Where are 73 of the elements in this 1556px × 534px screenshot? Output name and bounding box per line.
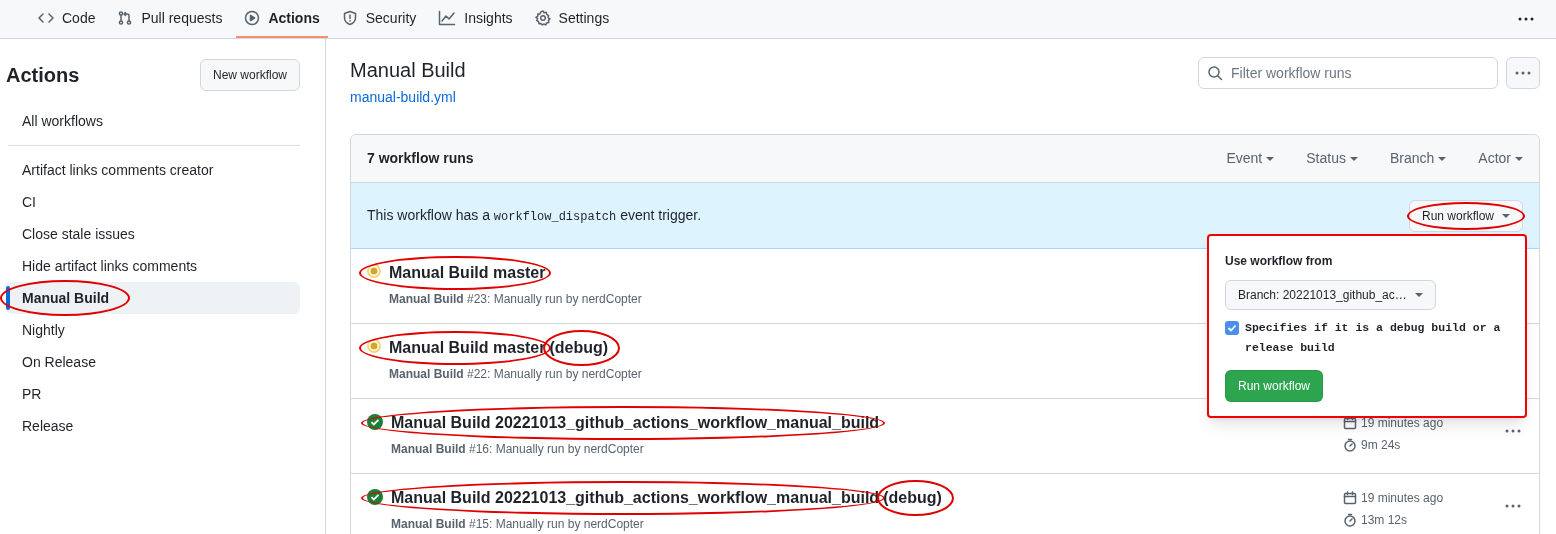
workflow-file-link[interactable]: manual-build.yml [350, 87, 466, 108]
trigger-notice: This workflow has a workflow_dispatch event trigger. [367, 206, 702, 226]
filter-dropdown[interactable]: Event [1226, 148, 1275, 169]
sidebar-item[interactable]: Hide artifact links comments [6, 250, 300, 282]
play-icon [244, 10, 261, 26]
run-duration: 13m 12s [1361, 512, 1408, 529]
run-meta: Manual Build #23: Manually run by nerdCopter [389, 291, 642, 308]
sidebar-item[interactable]: Release [6, 410, 300, 442]
filter-dropdown[interactable]: Actor [1478, 148, 1523, 169]
run-duration: 9m 24s [1361, 437, 1401, 454]
run-meta: Manual Build #15: Manually run by nerdCopter [391, 516, 645, 533]
ellipsis-icon [1505, 429, 1521, 433]
nav-tab[interactable]: Pull requests [109, 0, 231, 38]
caret-icon [1502, 213, 1510, 218]
nav-tab[interactable]: Settings [526, 0, 618, 38]
sidebar-item[interactable]: Close stale issues [6, 218, 300, 250]
stopwatch-icon [1343, 438, 1357, 452]
ellipsis-icon [1515, 71, 1531, 75]
page-title: Manual Build [350, 58, 466, 83]
nav-tab[interactable]: Security [333, 0, 425, 38]
branch-dropdown[interactable]: Branch: 20221013_github_ac… [1225, 279, 1436, 310]
stopwatch-icon [1343, 513, 1357, 527]
search-icon [1207, 65, 1223, 81]
run-title-suffix: (debug) [549, 339, 609, 356]
checkmark-icon [1227, 322, 1237, 333]
run-meta: Manual Build #16: Manually run by nerdCopter [391, 441, 645, 458]
sidebar-item[interactable]: PR [6, 378, 300, 410]
pull-request-icon [117, 10, 134, 26]
run-meta: Manual Build #22: Manually run by nerdCopter [389, 366, 642, 383]
new-workflow-button[interactable]: New workflow [200, 59, 300, 91]
more-options-button[interactable] [1516, 15, 1536, 23]
run-title-suffix: (debug) [883, 489, 942, 506]
ellipsis-icon [1518, 17, 1534, 21]
sidebar-item[interactable]: All workflows [6, 105, 300, 137]
run-workflow-button[interactable]: Run workflow [1408, 199, 1523, 232]
chart-icon [438, 10, 457, 26]
sidebar-item[interactable]: Artifact links comments creator [6, 154, 300, 186]
run-title[interactable]: Manual Build 20221013_github_actions_workflow_manual_build [391, 489, 880, 506]
calendar-icon [1343, 491, 1357, 505]
checkbox[interactable] [1225, 320, 1239, 335]
filter-dropdown[interactable]: Branch [1389, 148, 1447, 169]
caret-icon [1438, 156, 1447, 161]
nav-tab[interactable]: Code [30, 0, 104, 38]
shield-icon [341, 10, 358, 26]
success-icon [367, 489, 383, 505]
sidebar-title: Actions [6, 63, 80, 88]
caret-icon [1349, 156, 1358, 161]
run-count: 7 workflow runs [367, 149, 474, 168]
checkbox-label: Specifies if it is a debug build or a release build [1245, 319, 1502, 356]
filter-field[interactable]: Filter workflow runs [1198, 57, 1498, 89]
in-progress-icon [367, 264, 381, 278]
ellipsis-icon [1505, 504, 1521, 508]
run-title[interactable]: Manual Build master [389, 264, 546, 281]
caret-icon [1266, 156, 1275, 161]
sidebar-item[interactable]: Nightly [6, 314, 300, 346]
gear-icon [534, 10, 551, 26]
caret-icon [1515, 156, 1523, 161]
success-icon [367, 414, 383, 430]
sidebar-item[interactable]: CI [6, 186, 300, 218]
caret-icon [1414, 292, 1423, 297]
popup-heading: Use workflow from [1225, 252, 1334, 270]
nav-tab[interactable]: Actions [236, 0, 328, 38]
nav-tab[interactable]: Insights [430, 0, 521, 38]
sidebar-item[interactable]: On Release [6, 346, 300, 378]
run-date: 19 minutes ago [1361, 490, 1444, 507]
code-icon [38, 10, 54, 26]
run-date: 19 minutes ago [1361, 415, 1444, 432]
in-progress-icon [367, 339, 381, 353]
filter-dropdown[interactable]: Status [1306, 148, 1358, 169]
calendar-icon [1343, 416, 1357, 430]
more-options-button[interactable] [1503, 429, 1523, 433]
more-options-button[interactable] [1503, 504, 1523, 508]
run-title[interactable]: Manual Build 20221013_github_actions_workflow_manual_build [391, 414, 880, 431]
